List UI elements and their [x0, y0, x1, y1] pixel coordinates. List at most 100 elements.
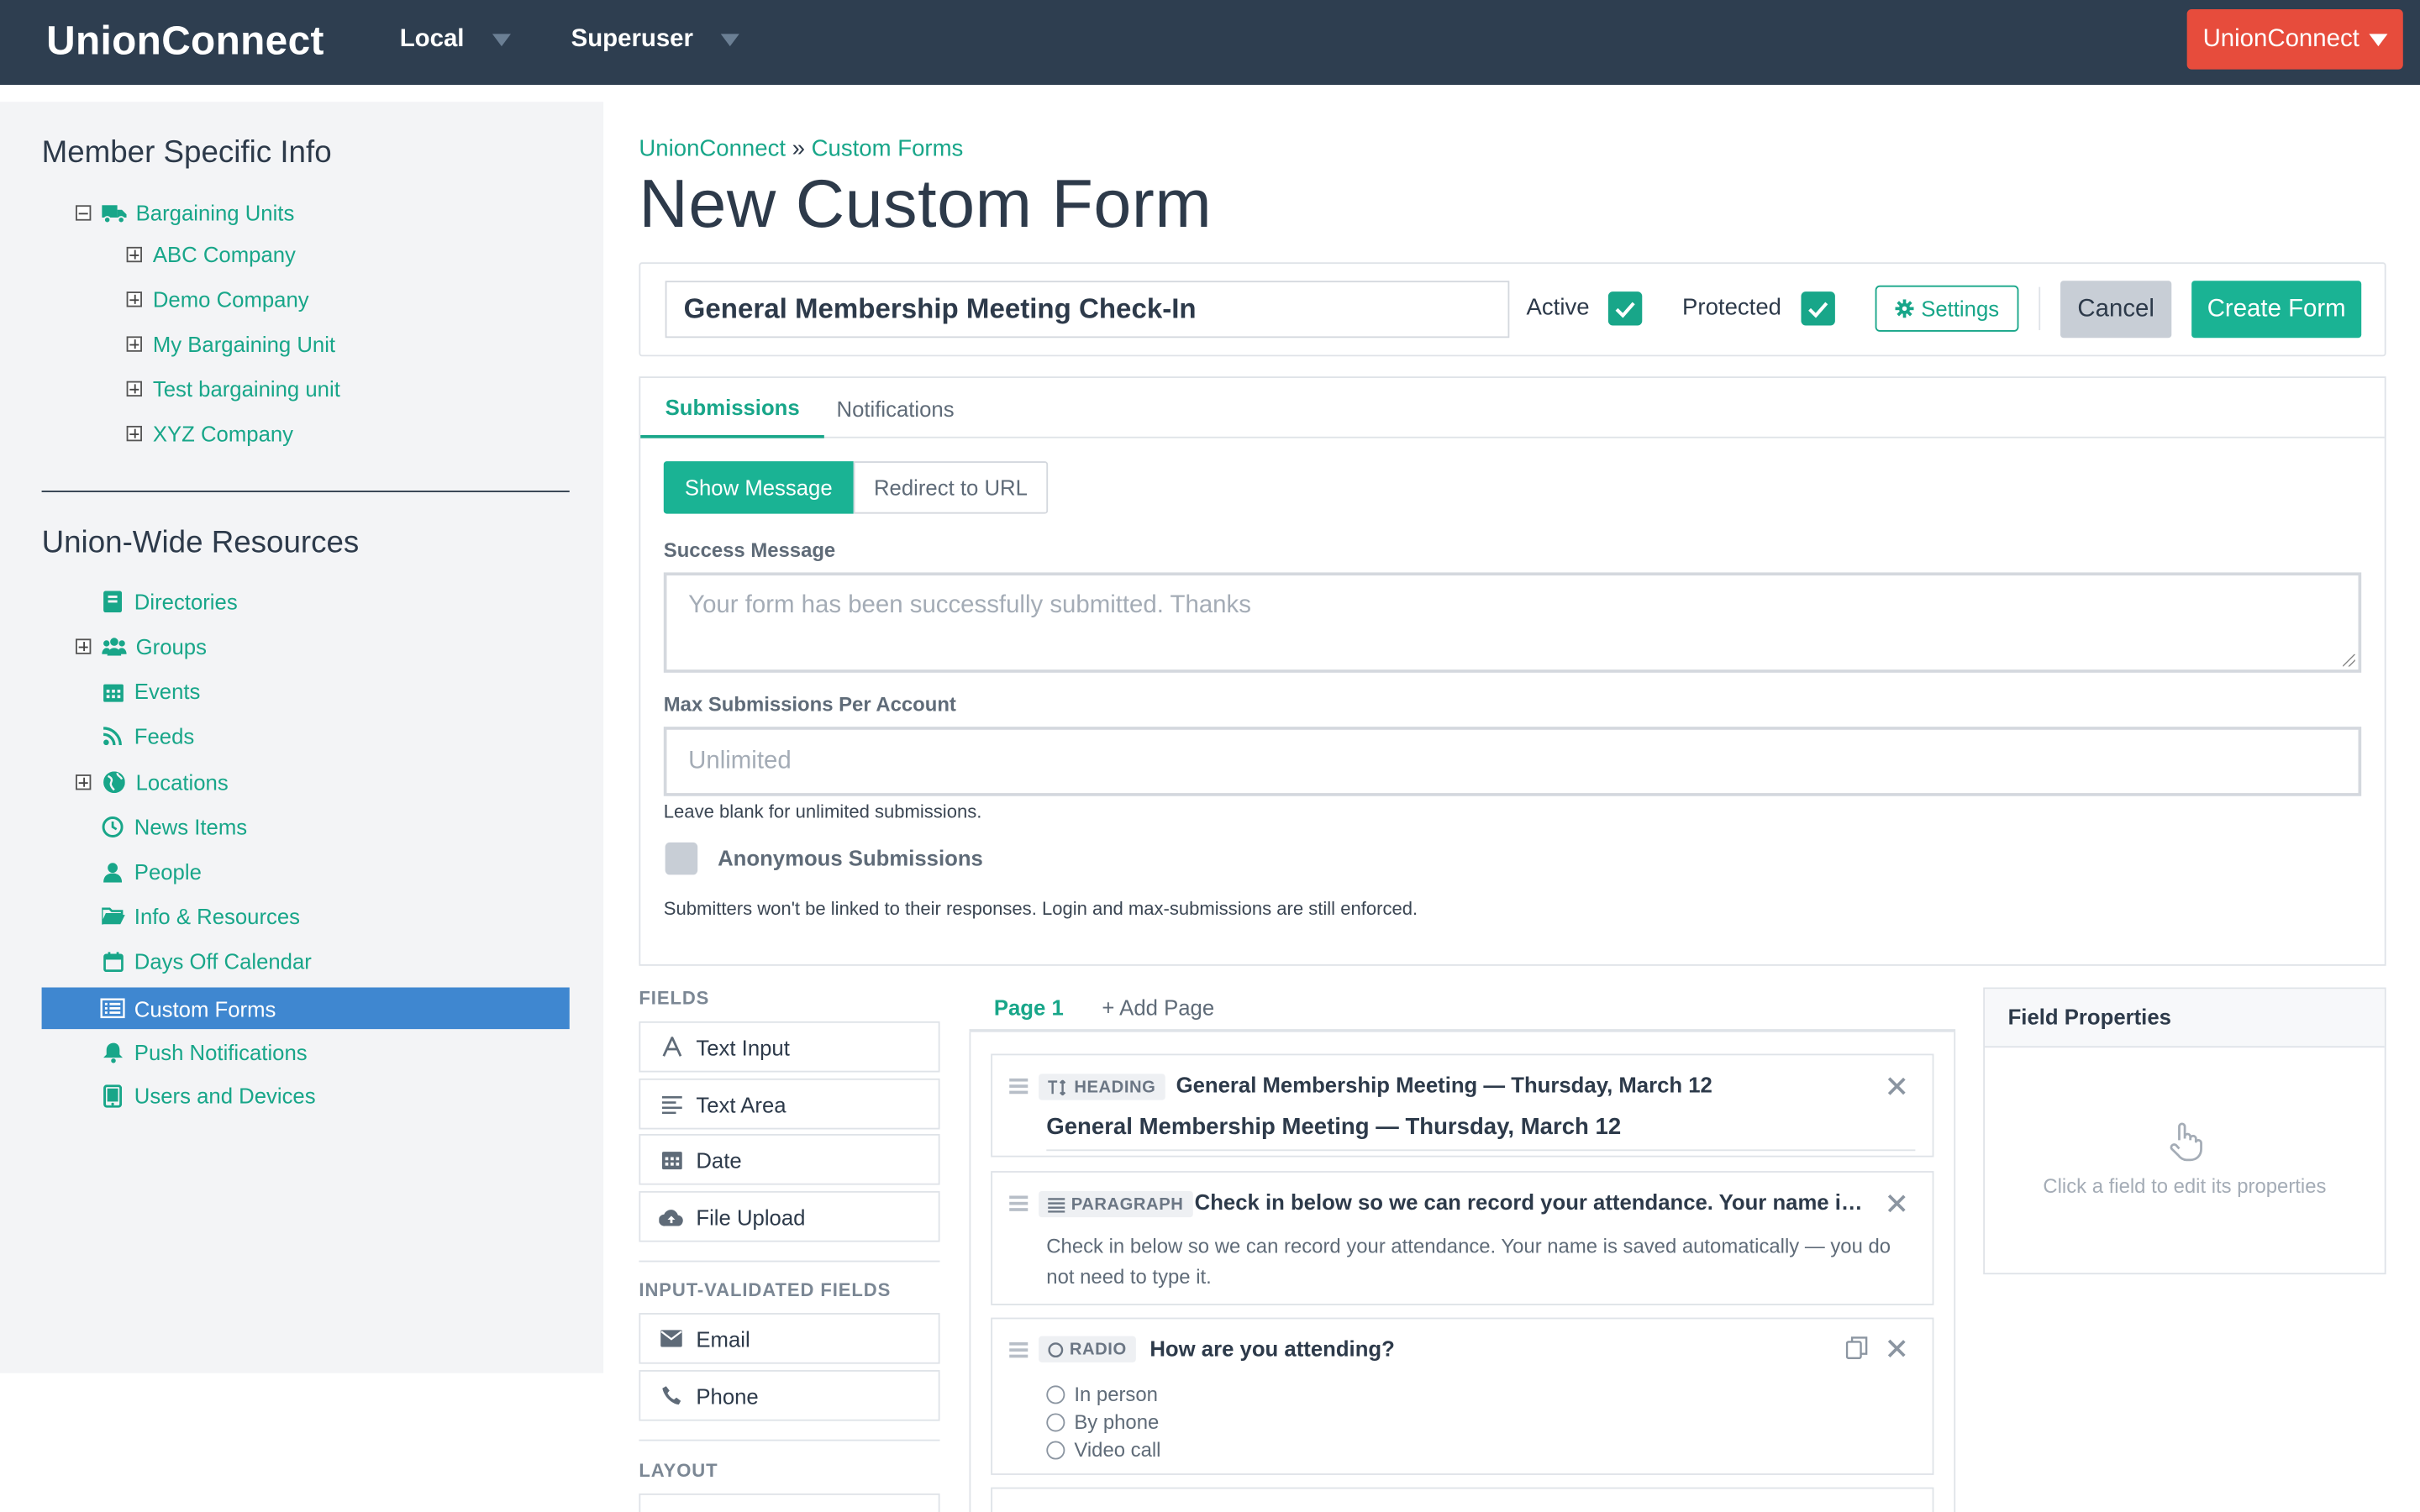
sidebar-item-label: News Items	[134, 814, 248, 840]
clock-icon	[100, 815, 124, 839]
palette-date[interactable]: Date	[639, 1134, 940, 1185]
sidebar-item-push-notifications[interactable]: Push Notifications	[100, 1034, 308, 1071]
person-icon	[100, 859, 124, 884]
protected-label: Protected	[1682, 294, 1781, 322]
expand-icon[interactable]	[76, 774, 92, 790]
palette-layout-item[interactable]	[639, 1493, 940, 1512]
redirect-url-toggle[interactable]: Redirect to URL	[853, 461, 1049, 514]
sidebar-item-label: Push Notifications	[134, 1039, 308, 1065]
radio-option: Video call	[1046, 1438, 1160, 1461]
breadcrumb-current-link[interactable]: Custom Forms	[812, 136, 964, 162]
field-card-radio[interactable]: RADIO How are you attending? In person B…	[991, 1317, 1934, 1475]
palette-email[interactable]: Email	[639, 1313, 940, 1364]
close-icon[interactable]	[1887, 1339, 1906, 1357]
sidebar-item-people[interactable]: People	[100, 853, 202, 890]
truck-icon	[102, 201, 127, 225]
field-card-text[interactable]	[991, 1487, 1934, 1512]
sidebar-item-bargaining-units[interactable]: Bargaining Units	[76, 194, 294, 231]
sidebar-item-events[interactable]: Events	[100, 673, 200, 710]
sidebar-item-test-bargaining-unit[interactable]: Test bargaining unit	[126, 370, 340, 407]
tablet-icon	[100, 1083, 124, 1107]
close-icon[interactable]	[1887, 1077, 1906, 1095]
sidebar-item-feeds[interactable]: Feeds	[100, 717, 194, 754]
copy-icon[interactable]	[1845, 1336, 1868, 1360]
tab-submissions[interactable]: Submissions	[640, 378, 825, 438]
field-card-heading[interactable]: HEADING General Membership Meeting — Thu…	[991, 1053, 1934, 1158]
breadcrumb-root-link[interactable]: UnionConnect	[639, 136, 786, 162]
sidebar-item-info-resources[interactable]: Info & Resources	[100, 898, 300, 935]
drag-handle-icon[interactable]	[1009, 1195, 1028, 1211]
anonymous-submissions-help: Submitters won't be linked to their resp…	[663, 897, 1418, 920]
tab-notifications[interactable]: Notifications	[812, 378, 979, 438]
max-submissions-help: Leave blank for unlimited submissions.	[663, 801, 982, 822]
collapse-icon[interactable]	[76, 205, 92, 221]
page-tab-bar: Page 1 + Add Page	[969, 988, 1956, 1032]
palette-file-upload[interactable]: File Upload	[639, 1190, 940, 1242]
settings-label: Settings	[1921, 296, 2000, 322]
palette-text-area[interactable]: Text Area	[639, 1078, 940, 1130]
palette-text-input[interactable]: Text Input	[639, 1021, 940, 1073]
brand-logo[interactable]: UnionConnect	[46, 17, 324, 65]
sidebar-item-abc-company[interactable]: ABC Company	[126, 236, 296, 273]
max-submissions-input[interactable]: Unlimited	[663, 727, 2362, 796]
sidebar-item-label: XYZ Company	[152, 421, 294, 446]
field-card-title: How are you attending?	[1150, 1336, 1395, 1361]
active-checkbox[interactable]	[1607, 291, 1643, 326]
sidebar-item-label: My Bargaining Unit	[152, 331, 336, 357]
add-page-button[interactable]: + Add Page	[1102, 995, 1214, 1020]
max-submissions-label: Max Submissions Per Account	[663, 692, 956, 717]
member-info-heading: Member Specific Info	[41, 135, 332, 171]
drag-handle-icon[interactable]	[1009, 1078, 1028, 1095]
sidebar-divider	[41, 491, 570, 492]
sidebar-item-days-off-calendar[interactable]: Days Off Calendar	[100, 942, 312, 979]
sidebar-item-label: ABC Company	[152, 242, 296, 267]
create-form-button[interactable]: Create Form	[2191, 281, 2362, 339]
expand-icon[interactable]	[126, 246, 142, 263]
expand-icon[interactable]	[126, 381, 142, 397]
sidebar-item-label: Locations	[135, 769, 229, 795]
bell-icon	[100, 1040, 124, 1064]
calendar-grid-icon	[100, 679, 124, 703]
fields-palette-title: FIELDS	[639, 987, 710, 1010]
sidebar-item-custom-forms[interactable]: Custom Forms	[41, 987, 570, 1030]
expand-icon[interactable]	[126, 336, 142, 352]
sidebar-item-groups[interactable]: Groups	[76, 628, 207, 665]
protected-checkbox[interactable]	[1801, 291, 1835, 326]
expand-icon[interactable]	[76, 638, 92, 654]
breadcrumb-separator: »	[792, 135, 806, 162]
sidebar-item-locations[interactable]: Locations	[76, 764, 229, 801]
align-justify-icon	[1048, 1197, 1065, 1212]
expand-icon[interactable]	[126, 425, 142, 442]
badge-label: RADIO	[1069, 1340, 1127, 1359]
cloud-upload-icon	[659, 1205, 683, 1229]
sidebar-item-label: Users and Devices	[134, 1083, 316, 1108]
sidebar-item-demo-company[interactable]: Demo Company	[126, 281, 309, 318]
local-menu[interactable]: Local	[400, 26, 511, 54]
palette-item-label: Email	[696, 1326, 750, 1352]
drag-handle-icon[interactable]	[1009, 1341, 1028, 1358]
sidebar-item-directories[interactable]: Directories	[100, 583, 238, 620]
account-menu-button[interactable]: UnionConnect	[2186, 9, 2403, 70]
tab-page-1[interactable]: Page 1	[994, 995, 1064, 1020]
resize-handle-icon[interactable]	[2343, 654, 2355, 667]
anonymous-submissions-checkbox[interactable]	[665, 842, 698, 875]
sidebar-item-users-devices[interactable]: Users and Devices	[100, 1077, 316, 1114]
gear-icon	[1894, 299, 1914, 318]
cancel-button[interactable]: Cancel	[2060, 281, 2172, 339]
expand-icon[interactable]	[126, 291, 142, 307]
field-card-paragraph[interactable]: PARAGRAPH Check in below so we can recor…	[991, 1171, 1934, 1305]
sidebar-item-my-bargaining-unit[interactable]: My Bargaining Unit	[126, 326, 336, 363]
sidebar-item-news-items[interactable]: News Items	[100, 808, 247, 845]
form-header-bar: General Membership Meeting Check-In Acti…	[639, 262, 2386, 357]
settings-button[interactable]: Settings	[1875, 285, 2019, 332]
field-properties-title: Field Properties	[1985, 989, 2385, 1048]
superuser-menu[interactable]: Superuser	[571, 26, 740, 54]
success-message-textarea[interactable]: Your form has been successfully submitte…	[663, 572, 2362, 673]
list-alt-icon	[100, 996, 125, 1021]
sidebar-item-xyz-company[interactable]: XYZ Company	[126, 415, 294, 452]
form-name-input[interactable]: General Membership Meeting Check-In	[665, 281, 1510, 339]
close-icon[interactable]	[1887, 1194, 1906, 1213]
heading-preview: General Membership Meeting — Thursday, M…	[1046, 1114, 1622, 1141]
show-message-toggle[interactable]: Show Message	[663, 461, 854, 514]
palette-phone[interactable]: Phone	[639, 1370, 940, 1421]
